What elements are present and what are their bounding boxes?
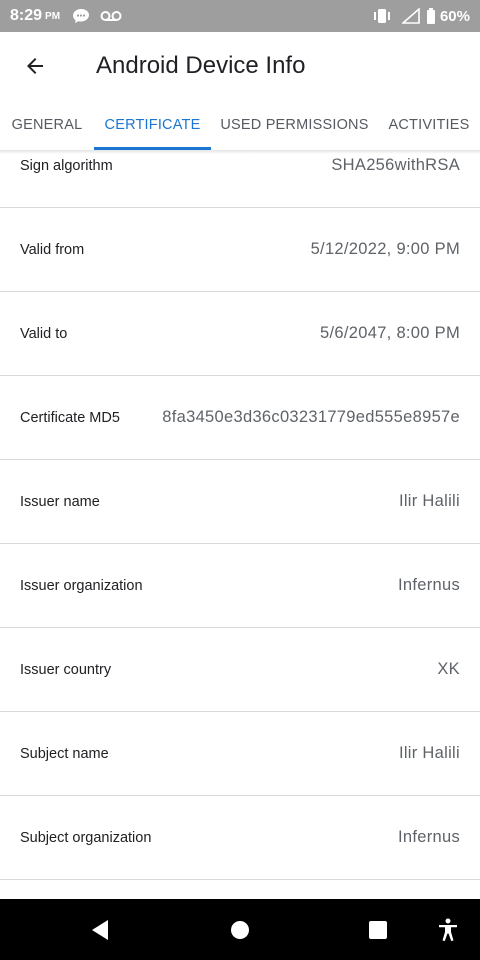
voicemail-icon	[100, 10, 122, 22]
row-label: Certificate MD5	[20, 409, 120, 426]
row-value: Ilir Halili	[398, 744, 460, 762]
row-valid-from: Valid from 5/12/2022, 9:00 PM	[0, 208, 480, 292]
arrow-back-icon	[23, 54, 47, 78]
row-value: Ilir Halili	[398, 492, 460, 510]
app-bar: Android Device Info	[0, 32, 480, 100]
status-bar: 8:29 PM 60%	[0, 0, 480, 32]
chat-bubble-icon	[72, 8, 90, 24]
row-value: 5/6/2047, 8:00 PM	[320, 324, 460, 342]
home-circle-icon	[230, 920, 250, 940]
row-valid-to: Valid to 5/6/2047, 8:00 PM	[0, 292, 480, 376]
accessibility-icon	[438, 918, 458, 942]
tabs-shadow	[0, 150, 480, 154]
tab-certificate[interactable]: CERTIFICATE	[94, 100, 211, 150]
row-label: Issuer country	[20, 661, 112, 678]
nav-accessibility-button[interactable]	[428, 899, 468, 960]
row-label: Subject organization	[20, 829, 152, 846]
row-label: Valid to	[20, 325, 68, 342]
battery-icon	[426, 8, 436, 24]
row-label: Subject name	[20, 745, 109, 762]
status-time: 8:29	[10, 7, 43, 24]
vibrate-icon	[372, 8, 392, 24]
row-value: XK	[437, 660, 460, 678]
tab-general[interactable]: GENERAL	[0, 100, 94, 150]
back-button[interactable]	[0, 32, 70, 100]
nav-home-button[interactable]	[220, 899, 260, 960]
certificate-list: Sign algorithm SHA256withRSA Valid from …	[0, 150, 480, 899]
certificate-list-viewport[interactable]: Sign algorithm SHA256withRSA Valid from …	[0, 150, 480, 899]
tab-used-permissions[interactable]: USED PERMISSIONS	[211, 100, 378, 150]
row-issuer-organization: Issuer organization Infernus	[0, 544, 480, 628]
recents-square-icon	[368, 920, 388, 940]
row-subject-name: Subject name Ilir Halili	[0, 712, 480, 796]
status-ampm: PM	[45, 10, 61, 22]
row-label: Issuer name	[20, 493, 100, 510]
row-issuer-country: Issuer country XK	[0, 628, 480, 712]
back-triangle-icon	[90, 919, 110, 941]
page-title: Android Device Info	[96, 52, 306, 79]
row-partial	[0, 880, 480, 899]
battery-percent: 60%	[439, 7, 470, 25]
nav-recents-button[interactable]	[358, 899, 398, 960]
row-value: Infernus	[397, 576, 460, 594]
nav-back-button[interactable]	[80, 899, 120, 960]
row-subject-organization: Subject organization Infernus	[0, 796, 480, 880]
row-label: Valid from	[20, 241, 85, 258]
row-label: Sign algorithm	[20, 157, 113, 174]
row-value: SHA256withRSA	[331, 156, 460, 174]
row-value: Infernus	[397, 828, 460, 846]
status-right: 60%	[372, 8, 470, 25]
tab-bar: GENERAL CERTIFICATE USED PERMISSIONS ACT…	[0, 100, 480, 150]
signal-icon	[401, 8, 420, 24]
row-value: 8fa3450e3d36c03231779ed555e8957e	[162, 408, 460, 426]
row-issuer-name: Issuer name Ilir Halili	[0, 460, 480, 544]
row-label: Issuer organization	[20, 577, 143, 594]
row-certificate-md5: Certificate MD5 8fa3450e3d36c03231779ed5…	[0, 376, 480, 460]
tab-activities[interactable]: ACTIVITIES	[378, 100, 480, 150]
navigation-bar	[0, 899, 480, 960]
row-sign-algorithm: Sign algorithm SHA256withRSA	[0, 150, 480, 208]
row-value: 5/12/2022, 9:00 PM	[310, 240, 460, 258]
